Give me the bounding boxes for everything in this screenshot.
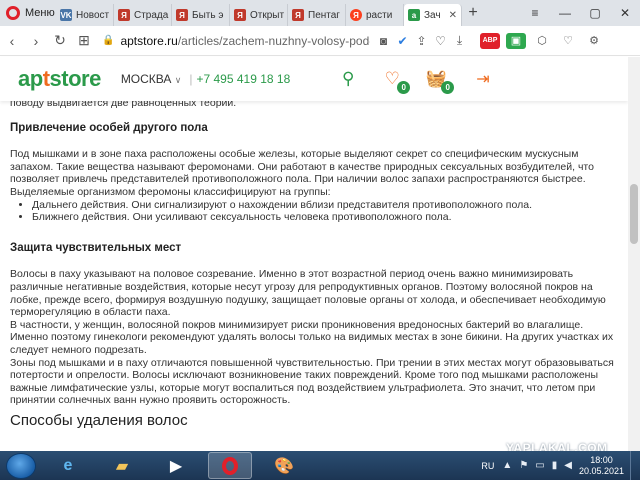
paint-icon[interactable]: 🎨	[262, 452, 306, 479]
paragraph: В частности, у женщин, волосяной покров …	[10, 318, 614, 356]
downloads-icon[interactable]: ⤓	[450, 33, 469, 48]
verified-shield-icon[interactable]: ✔	[393, 34, 412, 48]
tabs-menu-icon[interactable]: ≡	[520, 6, 550, 20]
site-favicon-icon: Я	[234, 9, 246, 21]
maximize-icon[interactable]: ▢	[580, 6, 610, 20]
tab-label: Новост	[76, 9, 110, 21]
tab-pentag[interactable]: Я Пентаг	[288, 4, 346, 26]
article-content: поводу выдвигается две равноценных теори…	[10, 101, 616, 451]
show-desktop-button[interactable]	[630, 451, 640, 480]
monitor-icon[interactable]: ▭	[535, 460, 544, 471]
tab-rasti[interactable]: Я расти	[346, 4, 404, 26]
box-extension-icon[interactable]: ⬡	[532, 33, 552, 49]
favorites-badge: 0	[397, 81, 411, 94]
aptstore-logo[interactable]: aptstore	[18, 66, 101, 92]
list-item: Дальнего действия. Они сигнализируют о н…	[32, 199, 616, 212]
forward-icon[interactable]: ›	[24, 33, 48, 49]
address-toolbar: ‹ › ↻ ⊞ 🔒 aptstore.ru/articles/zachem-nu…	[0, 26, 640, 56]
tab-label: Открыт	[250, 9, 285, 21]
yandex-favicon-icon: Я	[350, 9, 362, 21]
tab-label: расти	[366, 9, 393, 21]
page-share-icon[interactable]: ⇪	[412, 34, 431, 48]
page-scrollbar[interactable]	[628, 57, 640, 451]
tab-news[interactable]: VK Новост	[56, 4, 114, 26]
adblock-extension-icon[interactable]: ABP	[480, 32, 500, 49]
heart-extension-icon[interactable]: ♡	[558, 33, 578, 49]
back-icon[interactable]: ‹	[0, 33, 24, 49]
volume-icon[interactable]: ◀	[564, 460, 572, 471]
tab-byt[interactable]: Я Быть э	[172, 4, 230, 26]
flag-icon[interactable]: ⚑	[519, 460, 528, 471]
url-field[interactable]: 🔒 aptstore.ru/articles/zachem-nuzhny-vol…	[102, 34, 370, 48]
green-extension-icon[interactable]: ▣	[506, 32, 526, 49]
site-header: aptstore МОСКВА ∨ | +7 495 419 18 18 ⚲ ♡ 0…	[0, 57, 628, 101]
tray-chevron-icon[interactable]: ▲	[502, 460, 512, 471]
close-window-icon[interactable]: ✕	[610, 6, 640, 20]
paragraph: Под мышками и в зоне паха расположены ос…	[10, 148, 594, 186]
pheromone-list: Дальнего действия. Они сигнализируют о н…	[32, 199, 616, 224]
clock-time: 18:00	[590, 454, 613, 465]
opera-menu-button[interactable]: Меню	[0, 0, 56, 26]
tab-active-article[interactable]: a Зач ✕	[404, 4, 462, 26]
language-indicator[interactable]: RU	[481, 461, 494, 471]
tab-label: Страда	[134, 9, 169, 21]
clock[interactable]: 18:00 20.05.2021	[579, 455, 624, 477]
chevron-down-icon: ∨	[174, 75, 182, 85]
tab-label: Зач	[424, 9, 441, 21]
browser-tab-bar: Меню VK Новост Я Страда Я Быть э Я Откры…	[0, 0, 640, 26]
favorites-heart-icon[interactable]: ♡ 0	[370, 64, 414, 94]
scrollbar-thumb[interactable]	[630, 184, 638, 244]
snapshot-camera-icon[interactable]: ◙	[374, 34, 393, 48]
network-icon[interactable]: ▮	[552, 460, 558, 471]
tab-label: Быть э	[192, 9, 224, 21]
cart-badge: 0	[441, 81, 455, 94]
start-button[interactable]	[6, 452, 36, 479]
aptstore-favicon-icon: a	[408, 9, 420, 21]
media-player-icon[interactable]: ▶	[154, 452, 198, 479]
opera-taskbar-button[interactable]	[208, 452, 252, 479]
section-heading-large: Способы удаления волос	[10, 411, 188, 429]
explorer-folder-icon[interactable]: ▰	[100, 452, 144, 479]
phone-link[interactable]: | +7 495 419 18 18	[189, 72, 290, 86]
paragraph: Выделяемые организмом феромоны классифиц…	[10, 185, 331, 198]
location-pin-icon[interactable]: ⚲	[326, 64, 370, 94]
opera-icon	[222, 456, 238, 475]
settings-extension-icon[interactable]: ⚙	[584, 33, 604, 49]
login-icon[interactable]: ⇥	[476, 69, 489, 89]
minimize-icon[interactable]: —	[550, 6, 580, 20]
section-heading: Защита чувствительных мест	[10, 241, 182, 254]
clock-date: 20.05.2021	[578, 465, 624, 476]
section-heading: Привлечение особей другого пола	[10, 121, 208, 134]
heart-bookmark-icon[interactable]: ♡	[431, 34, 450, 48]
windows-taskbar: e ▰ ▶ 🎨 RU ▲ ⚑ ▭ ▮ ◀ 18:00 20.05.2021	[0, 451, 640, 480]
intro-tail-text: поводу выдвигается две равноценных теори…	[10, 101, 237, 109]
internet-explorer-icon[interactable]: e	[46, 452, 90, 479]
speed-dial-grid-icon[interactable]: ⊞	[72, 32, 96, 49]
paragraph: Волосы в паху указывают на половое созре…	[10, 268, 606, 319]
tab-label: Пентаг	[308, 9, 340, 21]
site-favicon-icon: Я	[118, 9, 130, 21]
system-tray: RU ▲ ⚑ ▭ ▮ ◀ 18:00 20.05.2021	[481, 451, 640, 480]
reload-icon[interactable]: ↻	[48, 32, 72, 49]
city-selector[interactable]: МОСКВА ∨	[121, 72, 182, 86]
cart-basket-icon[interactable]: 🧺 0	[414, 64, 458, 94]
menu-label: Меню	[25, 7, 55, 19]
tab-otkryt[interactable]: Я Открыт	[230, 4, 288, 26]
new-tab-button[interactable]: +	[464, 4, 482, 22]
close-tab-icon[interactable]: ✕	[449, 10, 457, 21]
lock-icon: 🔒	[102, 35, 115, 46]
paragraph: Зоны под мышками и в паху отличаются пов…	[10, 356, 614, 407]
url-domain: aptstore.ru	[120, 33, 178, 48]
vk-favicon-icon: VK	[60, 9, 72, 21]
opera-logo-icon	[6, 6, 20, 20]
site-favicon-icon: Я	[292, 9, 304, 21]
list-item: Ближнего действия. Они усиливают сексуал…	[32, 211, 616, 224]
site-favicon-icon: Я	[176, 9, 188, 21]
url-path: /articles/zachem-nuzhny-volosy-pod-	[177, 33, 370, 48]
tab-strada[interactable]: Я Страда	[114, 4, 172, 26]
